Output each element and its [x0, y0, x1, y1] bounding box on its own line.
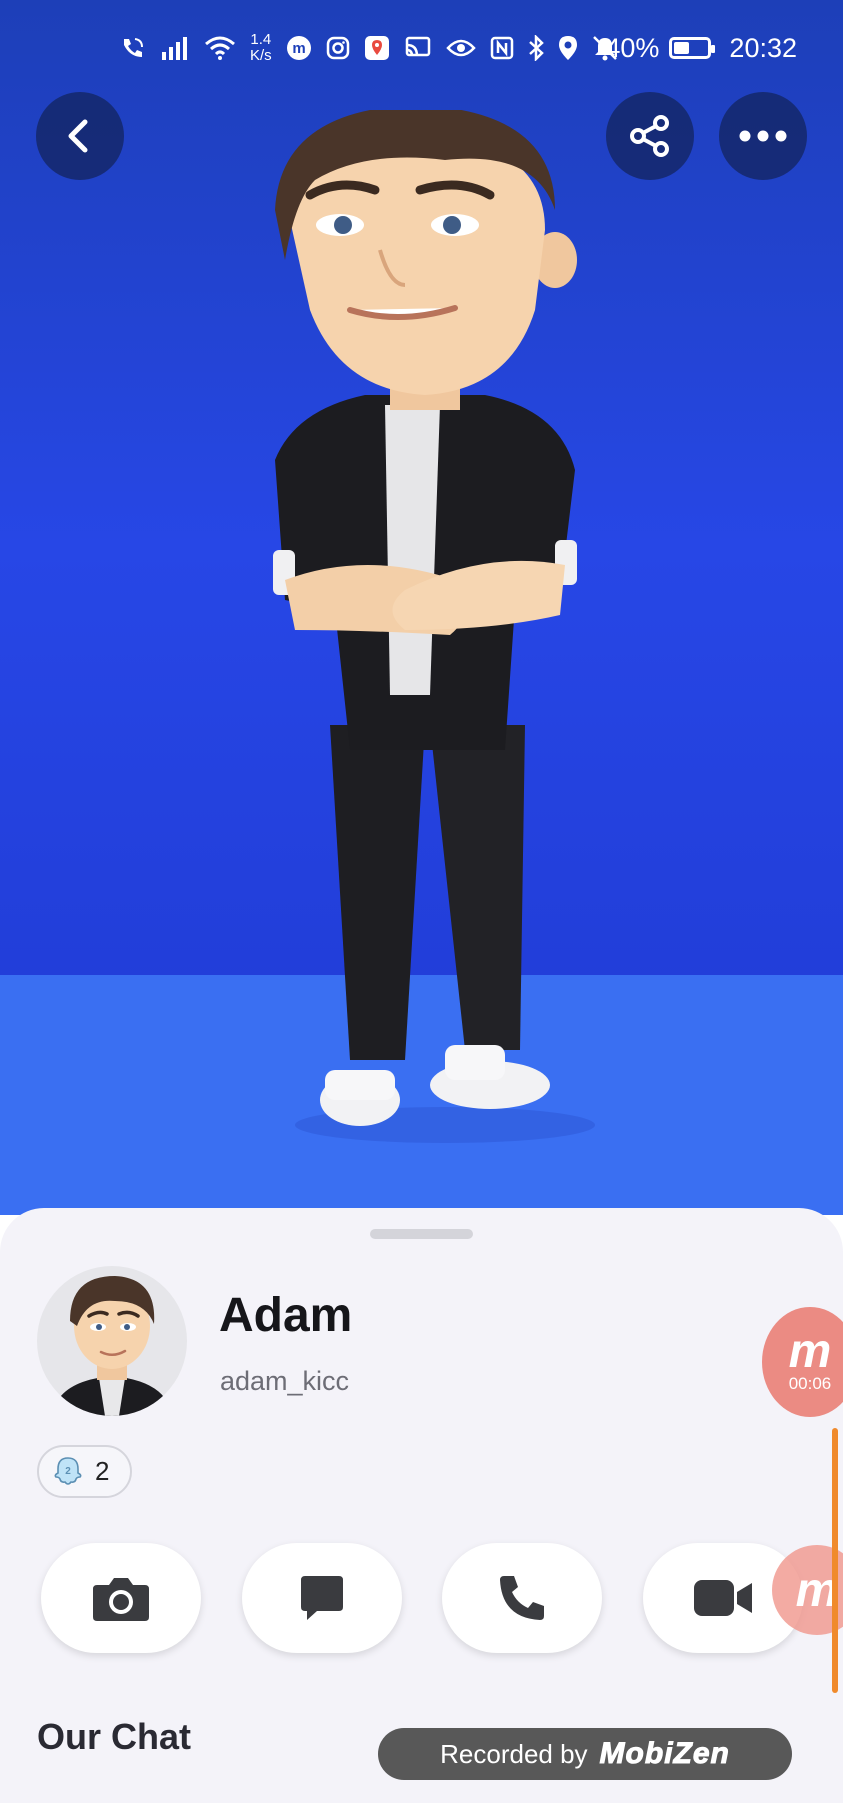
edge-panel-handle[interactable]: [832, 1428, 838, 1693]
cast-icon: [404, 36, 432, 60]
wifi-calling-icon: [120, 35, 146, 61]
svg-text:m: m: [292, 40, 305, 57]
signal-icon: [160, 36, 190, 60]
battery-percent: 40%: [605, 32, 660, 63]
video-camera-icon: [694, 1580, 752, 1616]
call-button[interactable]: [442, 1543, 602, 1653]
camera-icon: [93, 1578, 149, 1621]
battery-icon: [669, 37, 716, 59]
recording-timer: 00:06: [788, 1374, 832, 1393]
eye-icon: [445, 38, 476, 58]
recorded-by-text: Recorded by: [440, 1738, 588, 1769]
network-speed-value: 1.4: [250, 31, 272, 48]
nfc-icon: [490, 36, 514, 60]
sheet-drag-handle[interactable]: [370, 1229, 473, 1239]
status-bar: 1.4 K/s m 40% 20:32: [0, 22, 843, 74]
maps-icon: [364, 35, 390, 61]
svg-text:2: 2: [65, 1466, 71, 1477]
recorder-brand-logo: MobiZen: [599, 1737, 730, 1771]
share-button[interactable]: [606, 92, 694, 180]
profile-avatar[interactable]: [37, 1266, 187, 1416]
profile-name: Adam: [219, 1289, 353, 1342]
share-icon: [630, 115, 669, 157]
instagram-icon: [326, 36, 350, 60]
phone-icon: [500, 1576, 544, 1620]
ghost-badge-icon: 2: [54, 1456, 82, 1485]
camera-button[interactable]: [41, 1543, 201, 1653]
location-icon: [558, 35, 578, 61]
more-dots-icon: [739, 130, 787, 142]
recorded-by-watermark: Recorded by MobiZen: [378, 1728, 792, 1780]
chat-icon: [301, 1576, 343, 1620]
avatar-stage: [0, 0, 843, 1215]
wifi-icon: [204, 35, 236, 61]
network-speed: 1.4 K/s: [250, 32, 272, 64]
profile-username[interactable]: adam_kicc: [220, 1366, 349, 1397]
profile-sheet: Adam adam_kicc 2 2 Our Chat: [0, 1208, 843, 1803]
mobizen-logo-letter: m: [788, 1325, 832, 1378]
mobizen-icon: m: [286, 35, 312, 61]
network-speed-unit: K/s: [250, 47, 272, 64]
back-button[interactable]: [36, 92, 124, 180]
status-time: 20:32: [729, 32, 797, 63]
chat-button[interactable]: [242, 1543, 402, 1653]
more-options-button[interactable]: [719, 92, 807, 180]
battery-fill: [674, 42, 689, 54]
friend-badge[interactable]: 2 2: [37, 1445, 132, 1498]
friend-badge-count: 2: [95, 1456, 110, 1486]
our-chat-heading: Our Chat: [37, 1716, 192, 1757]
bluetooth-icon: [528, 35, 544, 61]
chevron-left-icon: [68, 119, 88, 153]
bitmoji-avatar: [273, 110, 595, 1143]
